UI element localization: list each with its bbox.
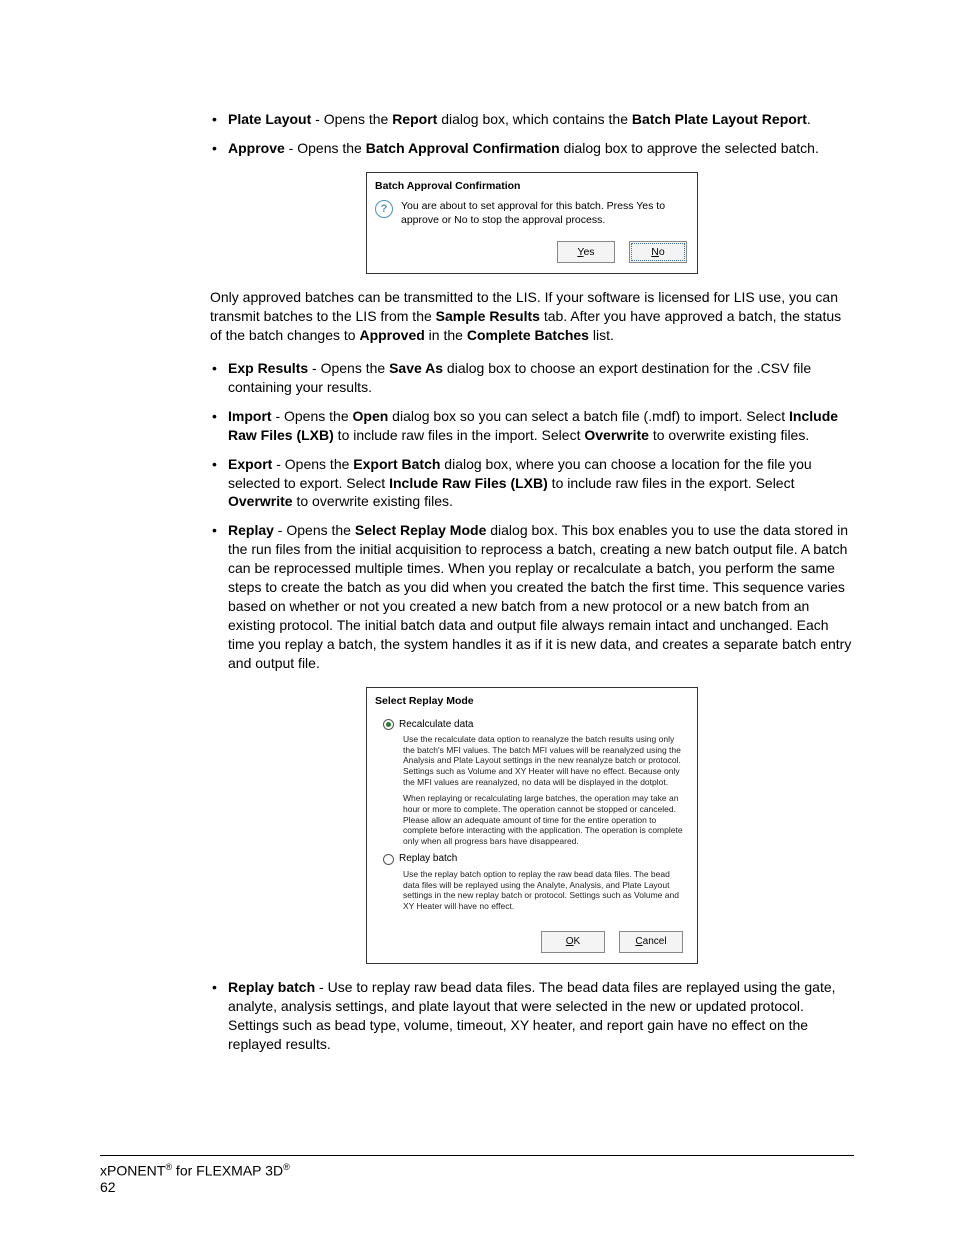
bold: Select Replay Mode	[355, 522, 487, 538]
bold: Include Raw Files (LXB)	[389, 475, 548, 491]
text: - Opens the	[272, 456, 353, 472]
select-replay-mode-dialog: Select Replay Mode Recalculate data Use …	[366, 687, 698, 964]
batch-approval-dialog: Batch Approval Confirmation ? You are ab…	[366, 172, 698, 275]
bold: Overwrite	[584, 427, 649, 443]
dialog-buttons: OK Cancel	[367, 921, 697, 963]
radio-recalculate[interactable]: Recalculate data	[383, 718, 687, 732]
label: Replay batch	[228, 979, 315, 995]
dialog-body: ? You are about to set approval for this…	[367, 197, 697, 233]
bullet-export: Export - Opens the Export Batch dialog b…	[210, 455, 854, 512]
top-bullet-list: Plate Layout - Opens the Report dialog b…	[210, 110, 854, 158]
bold: Report	[392, 111, 437, 127]
recalculate-desc-1: Use the recalculate data option to reana…	[403, 734, 687, 787]
text: - Use to replay raw bead data files. The…	[228, 979, 836, 1052]
text: dialog box so you can select a batch fil…	[388, 408, 789, 424]
text: - Opens the	[272, 408, 353, 424]
text: to include raw files in the import. Sele…	[334, 427, 585, 443]
question-icon: ?	[375, 200, 393, 218]
bullet-approve: Approve - Opens the Batch Approval Confi…	[210, 139, 854, 158]
radio-label: Replay batch	[399, 852, 457, 866]
text: - Opens the	[311, 111, 392, 127]
text: dialog box, which contains the	[437, 111, 632, 127]
bold: Batch Plate Layout Report	[632, 111, 807, 127]
cancel-button[interactable]: Cancel	[619, 931, 683, 953]
page: Plate Layout - Opens the Report dialog b…	[0, 0, 954, 1235]
bullet-replay: Replay - Opens the Select Replay Mode di…	[210, 521, 854, 672]
bullet-import: Import - Opens the Open dialog box so yo…	[210, 407, 854, 445]
dialog-body: Recalculate data Use the recalculate dat…	[367, 712, 697, 922]
yes-button[interactable]: Yes	[557, 241, 615, 263]
text: to include raw files in the export. Sele…	[548, 475, 795, 491]
dialog-buttons: Yes No	[367, 233, 697, 273]
text: to overwrite existing files.	[293, 493, 453, 509]
ok-button[interactable]: OK	[541, 931, 605, 953]
text: - Opens the	[285, 140, 366, 156]
label: Exp Results	[228, 360, 308, 376]
radio-icon	[383, 854, 394, 865]
no-button[interactable]: No	[629, 241, 687, 263]
bold: Export Batch	[353, 456, 440, 472]
dialog-message: You are about to set approval for this b…	[401, 199, 689, 227]
product-name-1: xPONENT	[100, 1163, 165, 1179]
text: for	[172, 1163, 196, 1179]
replay-batch-desc: Use the replay batch option to replay th…	[403, 869, 687, 912]
dialog-title: Select Replay Mode	[367, 688, 697, 712]
page-number: 62	[100, 1179, 854, 1195]
bullet-exp-results: Exp Results - Opens the Save As dialog b…	[210, 359, 854, 397]
dialog-title: Batch Approval Confirmation	[367, 173, 697, 197]
label: Approve	[228, 140, 285, 156]
mid-bullet-list: Exp Results - Opens the Save As dialog b…	[210, 359, 854, 672]
label: Import	[228, 408, 272, 424]
label: Replay	[228, 522, 274, 538]
text: - Opens the	[308, 360, 389, 376]
text: dialog box to approve the selected batch…	[560, 140, 819, 156]
radio-replay-batch[interactable]: Replay batch	[383, 852, 687, 866]
bold: Sample Results	[436, 308, 540, 324]
footer-line-1: xPONENT® for FLEXMAP 3D®	[100, 1162, 854, 1179]
label: Export	[228, 456, 272, 472]
text: to overwrite existing files.	[649, 427, 809, 443]
text: dialog box. This box enables you to use …	[228, 522, 851, 670]
radio-icon	[383, 719, 394, 730]
bold: Complete Batches	[467, 327, 589, 343]
label: Plate Layout	[228, 111, 311, 127]
text: list.	[589, 327, 614, 343]
bold: Approved	[359, 327, 424, 343]
bold: Overwrite	[228, 493, 293, 509]
text: in the	[425, 327, 467, 343]
main-content: Plate Layout - Opens the Report dialog b…	[210, 110, 854, 1053]
bullet-replay-batch: Replay batch - Use to replay raw bead da…	[210, 978, 854, 1054]
registered-mark: ®	[283, 1162, 290, 1172]
bottom-bullet-list: Replay batch - Use to replay raw bead da…	[210, 978, 854, 1054]
product-name-2: FLEXMAP 3D	[196, 1163, 283, 1179]
text: - Opens the	[274, 522, 355, 538]
bold: Open	[353, 408, 389, 424]
bullet-plate-layout: Plate Layout - Opens the Report dialog b…	[210, 110, 854, 129]
radio-label: Recalculate data	[399, 718, 474, 732]
recalculate-desc-2: When replaying or recalculating large ba…	[403, 793, 687, 846]
bold: Batch Approval Confirmation	[366, 140, 560, 156]
bold: Save As	[389, 360, 443, 376]
page-footer: xPONENT® for FLEXMAP 3D® 62	[100, 1155, 854, 1195]
text: .	[807, 111, 811, 127]
mid-paragraph: Only approved batches can be transmitted…	[210, 288, 854, 345]
